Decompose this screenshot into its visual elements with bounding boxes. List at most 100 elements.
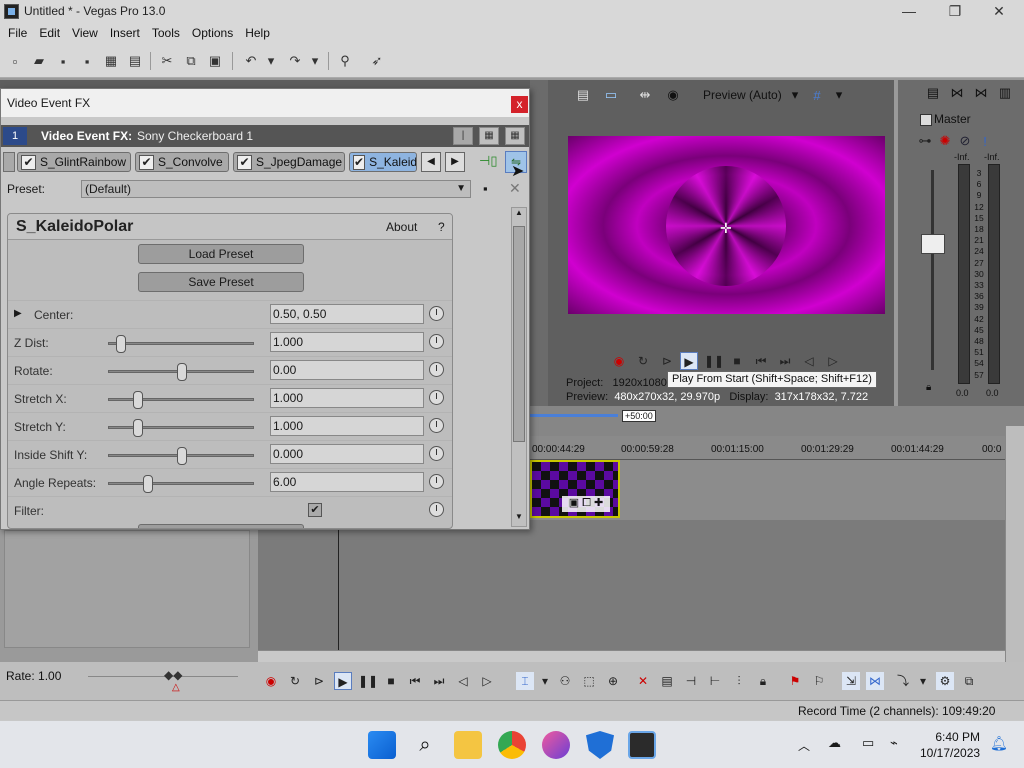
envelope-tool-icon[interactable]: ⚇ [556, 672, 574, 690]
paste-icon[interactable]: ▣ [206, 52, 224, 70]
plugin-extra-button[interactable] [138, 524, 304, 528]
fx-tab-convolve[interactable]: ✔ S_Convolve [135, 152, 229, 172]
insert-region-icon[interactable]: ⚐ [810, 672, 828, 690]
slider-thumb[interactable] [116, 335, 126, 353]
split-screen-icon[interactable]: ⇹ [636, 86, 654, 104]
chain-next-icon[interactable]: ▶ [445, 152, 465, 172]
delete-icon[interactable]: ✕ [634, 672, 652, 690]
overlays-grid-icon[interactable]: # [808, 86, 826, 104]
fx-vertical-scrollbar[interactable]: ▲ ▼ [511, 207, 527, 527]
slider-thumb[interactable] [143, 475, 153, 493]
trim-end-icon[interactable]: ⊢ [706, 672, 724, 690]
menu-edit[interactable]: Edit [33, 24, 66, 44]
redo-dropdown-icon[interactable]: ▾ [306, 52, 324, 70]
param-slider[interactable] [108, 475, 254, 493]
open-folder-icon[interactable]: ▰ [30, 52, 48, 70]
loop-playback-icon[interactable]: ↻ [286, 672, 304, 690]
notification-bell-icon[interactable]: 🔔︎ [990, 735, 1008, 752]
record-icon[interactable]: ◉ [262, 672, 280, 690]
go-to-start-icon[interactable]: ⏮ [752, 352, 770, 370]
render-icon[interactable]: ▦ [102, 52, 120, 70]
ripple-edit-icon[interactable]: ⤵ [894, 672, 912, 690]
lock-envelopes-icon[interactable]: ⚙ [936, 672, 954, 690]
menu-view[interactable]: View [66, 24, 104, 44]
preview-properties-icon[interactable]: ▤ [574, 86, 592, 104]
search-icon[interactable]: ⌕ [411, 731, 439, 759]
fx-tab-kaleidopolar[interactable]: ✔ S_Kaleid [349, 152, 417, 172]
view-full-icon[interactable]: ▦ [505, 127, 525, 145]
bus-io-icon[interactable]: ⊶ [916, 132, 934, 150]
auto-ripple-icon[interactable]: ⇲ [842, 672, 860, 690]
param-slider[interactable] [108, 363, 254, 381]
menu-options[interactable]: Options [186, 24, 239, 44]
chain-scroll-left[interactable] [3, 152, 15, 172]
loop-region-bar[interactable] [530, 414, 618, 417]
mixer-properties-icon[interactable]: ▤ [924, 84, 942, 102]
time-ruler[interactable]: 00:00:44:29 00:00:59:28 00:01:15:00 00:0… [530, 436, 1005, 460]
keyframe-clock-icon[interactable] [429, 418, 444, 433]
menu-insert[interactable]: Insert [104, 24, 146, 44]
param-value-field[interactable]: 1.000 [270, 388, 424, 408]
system-clock[interactable]: 6:40 PM 10/17/2023 [920, 729, 980, 761]
app-icon[interactable] [542, 731, 570, 759]
param-value-field[interactable]: 0.000 [270, 444, 424, 464]
pause-icon[interactable]: ❚❚ [358, 672, 378, 690]
mute-icon[interactable]: ⊘ [956, 132, 974, 150]
next-frame-icon[interactable]: ▷ [824, 352, 842, 370]
split-icon[interactable]: ⫶ [730, 672, 748, 690]
copy-icon[interactable]: ⧉ [182, 52, 200, 70]
slider-thumb[interactable] [133, 419, 143, 437]
delete-preset-icon[interactable]: ✕ [509, 180, 521, 197]
play-from-start-icon[interactable]: ⊳ [658, 352, 676, 370]
fx-window-title-bar[interactable]: Video Event FX x [1, 89, 529, 117]
stop-icon[interactable]: ■ [728, 352, 746, 370]
play-icon[interactable]: ▶ [680, 352, 698, 370]
display-icon[interactable]: ▭ [862, 735, 874, 751]
timeline-horizontal-scrollbar[interactable] [258, 650, 1005, 662]
security-shield-icon[interactable] [586, 731, 614, 759]
view-compact-icon[interactable]: | [453, 127, 473, 145]
properties-icon[interactable]: ▤ [126, 52, 144, 70]
menu-help[interactable]: Help [239, 24, 276, 44]
marker-bar[interactable] [530, 406, 1024, 436]
go-to-start-icon[interactable]: ⏮ [406, 672, 424, 690]
checkbox-icon[interactable]: ✔ [237, 154, 252, 170]
keyframe-clock-icon[interactable] [429, 306, 444, 321]
fx-tab-glintrainbow[interactable]: ✔ S_GlintRainbow [17, 152, 131, 172]
load-preset-button[interactable]: Load Preset [138, 244, 304, 264]
pause-icon[interactable]: ❚❚ [704, 352, 724, 370]
play-from-start-icon[interactable]: ⊳ [310, 672, 328, 690]
menu-file[interactable]: File [2, 24, 33, 44]
keyframe-clock-icon[interactable] [429, 474, 444, 489]
auto-crossfade-icon[interactable]: ⋈ [866, 672, 884, 690]
trim-start-icon[interactable]: ⊣ [682, 672, 700, 690]
record-icon[interactable]: ◉ [610, 352, 628, 370]
file-explorer-icon[interactable] [454, 731, 482, 759]
next-frame-icon[interactable]: ▷ [478, 672, 496, 690]
downmix-icon[interactable]: ⋈ [948, 84, 966, 102]
stop-icon[interactable]: ■ [382, 672, 400, 690]
timeline-vertical-scrollbar[interactable] [1005, 426, 1024, 662]
preset-select[interactable]: (Default) ▼ [81, 180, 471, 198]
network-icon[interactable]: ⌁ [890, 735, 898, 751]
param-value-field[interactable]: 0.50, 0.50 [270, 304, 424, 324]
keyframe-clock-icon[interactable] [429, 334, 444, 349]
previous-frame-icon[interactable]: ◁ [454, 672, 472, 690]
event-fx-icon[interactable]: ▣ ⧠ ✚ [562, 496, 610, 512]
chevron-down-icon[interactable]: ▾ [914, 672, 932, 690]
help-button[interactable]: ? [438, 220, 445, 234]
param-slider[interactable] [108, 391, 254, 409]
checkerboard-clip[interactable]: ▣ ⧠ ✚ [530, 460, 620, 518]
scroll-down-icon[interactable]: ▼ [513, 512, 525, 524]
save-preset-button[interactable]: Save Preset [138, 272, 304, 292]
go-to-end-icon[interactable]: ⏭ [430, 672, 448, 690]
close-window-button[interactable]: ✕ [976, 0, 1022, 24]
param-value-field[interactable]: 0.00 [270, 360, 424, 380]
undo-dropdown-icon[interactable]: ▾ [262, 52, 280, 70]
keyframe-clock-icon[interactable] [429, 362, 444, 377]
view-medium-icon[interactable]: ▦ [479, 127, 499, 145]
chevron-down-icon[interactable]: ▾ [786, 86, 804, 104]
lock-icon[interactable]: 🔒︎ [926, 382, 931, 393]
chain-previous-icon[interactable]: ◀ [421, 152, 441, 172]
keyframe-clock-icon[interactable] [429, 446, 444, 461]
